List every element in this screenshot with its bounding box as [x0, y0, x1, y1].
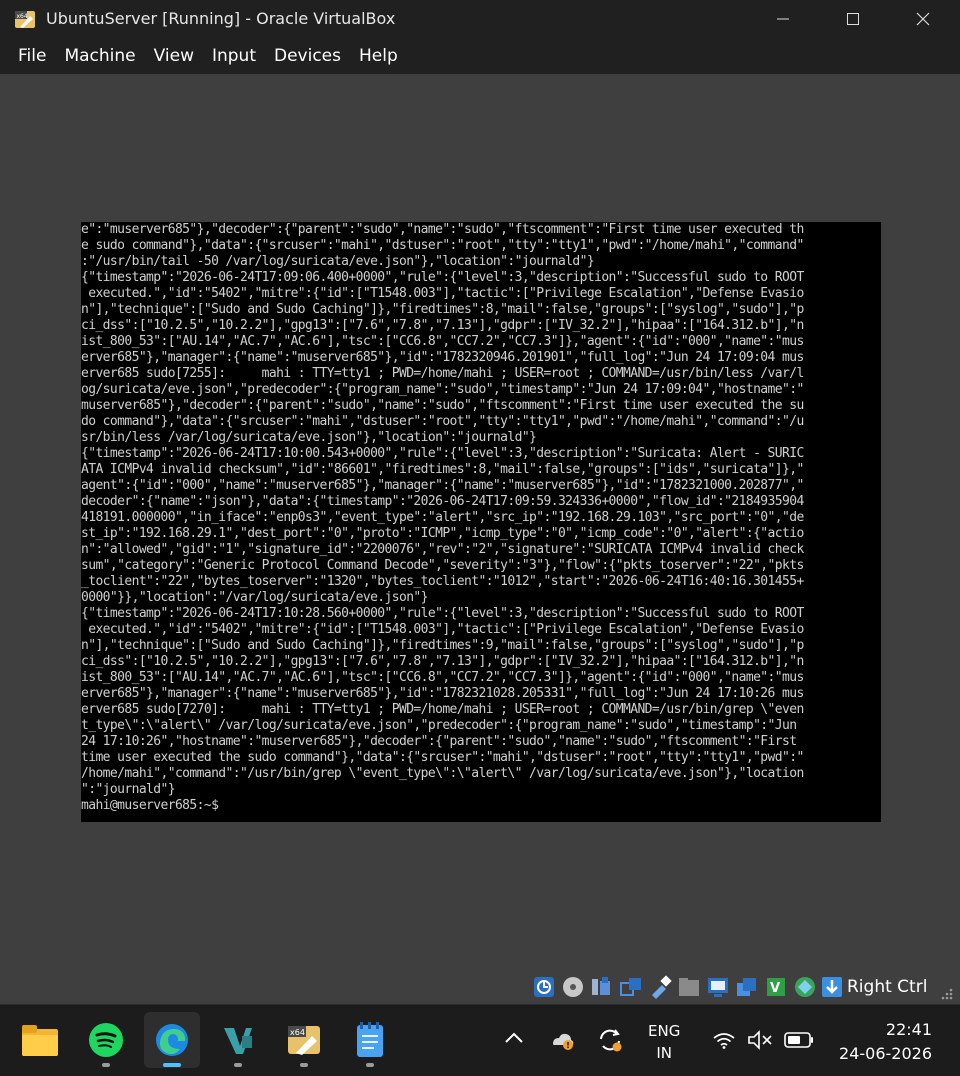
audio-icon[interactable]: [590, 975, 614, 999]
console-line: ist_800_53":["AU.14","AC.7","AC.6"],"tsc…: [81, 670, 804, 685]
console-line: decoder":{"name":"json"},"data":{"timest…: [81, 494, 804, 509]
console-line: {"timestamp":"2026-06-24T17:09:06.400+00…: [81, 270, 804, 285]
notepad-button[interactable]: [342, 1012, 398, 1068]
network-icon[interactable]: [619, 975, 643, 999]
console-line: sr/bin/less /var/log/suricata/eve.json"}…: [81, 430, 537, 445]
language-region: IN: [656, 1044, 672, 1062]
console-line: n"],"technique":["Sudo and Sudo Caching"…: [81, 302, 804, 317]
sync-icon[interactable]: [596, 1026, 624, 1054]
window-title: UbuntuServer [Running] - Oracle VirtualB…: [46, 9, 396, 28]
visual-studio-icon: [224, 1028, 252, 1054]
shared-folders-icon[interactable]: [677, 975, 701, 999]
recording-icon[interactable]: [735, 975, 759, 999]
notepad-icon: [357, 1022, 383, 1057]
language-code: ENG: [648, 1022, 681, 1040]
optical-drive-icon[interactable]: [561, 975, 585, 999]
display-icon[interactable]: [706, 975, 730, 999]
vs-running-indicator: [234, 1063, 242, 1067]
svg-text:x64: x64: [17, 13, 28, 20]
shell-prompt: mahi@muserver685:~$: [81, 798, 219, 813]
file-explorer-button[interactable]: [12, 1012, 68, 1068]
console-line: erver685"},"manager":{"name":"muserver68…: [81, 686, 804, 701]
console-line: e":"muserver685"},"decoder":{"parent":"s…: [81, 222, 804, 237]
menu-bar: File Machine View Input Devices Help: [0, 38, 960, 74]
console-line: _toclient":"22","bytes_toserver":"1320",…: [81, 574, 804, 589]
console-line: {"timestamp":"2026-06-24T17:10:28.560+00…: [81, 606, 804, 621]
console-line: ATA ICMPv4 invalid checksum","id":"86601…: [81, 462, 804, 477]
console-line: :"/usr/bin/tail -50 /var/log/suricata/ev…: [81, 254, 595, 269]
maximize-button[interactable]: [830, 0, 876, 38]
resize-grip-icon[interactable]: [938, 985, 954, 1001]
console-line: e sudo command"},"data":{"srcuser":"mahi…: [81, 238, 804, 253]
svg-text:V: V: [770, 981, 780, 996]
console-line: n":"allowed","gid":"1","signature_id":"2…: [81, 542, 804, 557]
hard-disk-icon[interactable]: [532, 975, 556, 999]
console-line: do command"},"data":{"srcuser":"mahi","d…: [81, 414, 804, 429]
menu-file[interactable]: File: [9, 38, 55, 74]
menu-machine[interactable]: Machine: [55, 38, 144, 74]
console-line: ci_dss":["10.2.5","10.2.2"],"gpg13":["7.…: [81, 654, 804, 669]
console-line: 24 17:10:26","hostname":"muserver685"},"…: [81, 734, 797, 749]
console-line: executed.","id":"5402","mitre":{"id":["T…: [81, 622, 804, 637]
console-line: muserver685"},"decoder":{"parent":"sudo"…: [81, 398, 804, 413]
close-button[interactable]: [900, 0, 946, 38]
cpu-icon[interactable]: V: [764, 975, 788, 999]
menu-view[interactable]: View: [145, 38, 203, 74]
title-bar[interactable]: x64 UbuntuServer [Running] - Oracle Virt…: [0, 0, 960, 38]
chevron-up-icon[interactable]: [504, 1031, 524, 1045]
console-line: ist_800_53":["AU.14","AC.7","AC.6"],"tsc…: [81, 334, 804, 349]
onedrive-warning-icon[interactable]: [550, 1028, 576, 1052]
console-line: n"],"technique":["Sudo and Sudo Caching"…: [81, 638, 804, 653]
console-line: erver685 sudo[7255]: mahi : TTY=tty1 ; P…: [81, 366, 804, 381]
keyboard-icon[interactable]: [820, 975, 844, 999]
menu-input[interactable]: Input: [203, 38, 265, 74]
console-line: time user executed the sudo command"},"d…: [81, 750, 804, 765]
visual-studio-button[interactable]: [210, 1012, 266, 1068]
console-line: 0000"}},"location":"/var/log/suricata/ev…: [81, 590, 428, 605]
clock-time: 22:41: [885, 1020, 932, 1039]
console-line: ":"journald"}: [81, 782, 176, 797]
host-key-label: Right Ctrl: [847, 977, 928, 997]
console-line: sum","category":"Generic Protocol Comman…: [81, 558, 804, 573]
menu-help[interactable]: Help: [350, 38, 407, 74]
notepad-running-indicator: [366, 1063, 374, 1067]
console-line: executed.","id":"5402","mitre":{"id":["T…: [81, 286, 804, 301]
battery-icon[interactable]: [784, 1031, 814, 1049]
console-line: erver685"},"manager":{"name":"muserver68…: [81, 350, 804, 365]
console-line: {"timestamp":"2026-06-24T17:10:00.543+00…: [81, 446, 804, 461]
console-line: st_ip":"192.168.29.1","dest_port":"0","p…: [81, 526, 804, 541]
virtualbox-running-indicator: [300, 1063, 308, 1067]
usb-icon[interactable]: [648, 975, 672, 999]
edge-button[interactable]: [144, 1012, 200, 1068]
edge-icon: [156, 1024, 188, 1056]
svg-text:x64: x64: [290, 1028, 305, 1037]
virtualbox-icon: x64: [288, 1026, 320, 1055]
virtualbox-app-icon[interactable]: x64: [14, 8, 36, 30]
maximize-icon: [847, 13, 859, 25]
close-icon: [916, 12, 930, 26]
console-line: ci_dss":["10.2.5","10.2.2"],"gpg13":["7.…: [81, 318, 804, 333]
spotify-icon: [89, 1023, 123, 1057]
clock[interactable]: 22:41 24-06-2026: [834, 1018, 932, 1066]
edge-active-indicator: [163, 1063, 181, 1067]
menu-devices[interactable]: Devices: [265, 38, 350, 74]
clock-date: 24-06-2026: [839, 1044, 932, 1063]
language-indicator[interactable]: ENG IN: [648, 1020, 680, 1064]
virtualbox-taskbar-button[interactable]: x64: [276, 1012, 332, 1068]
spotify-running-indicator: [102, 1063, 110, 1067]
console-line: agent":{"id":"000","name":"muserver685"}…: [81, 478, 804, 493]
mouse-integration-icon[interactable]: [793, 975, 817, 999]
volume-muted-icon[interactable]: [747, 1030, 773, 1050]
spotify-button[interactable]: [78, 1012, 134, 1068]
console-line: og/suricata/eve.json","predecoder":{"pro…: [81, 382, 804, 397]
console-line: /home/mahi","command":"/usr/bin/grep \"e…: [81, 766, 804, 781]
console-line: t_type\":\"alert\" /var/log/suricata/eve…: [81, 718, 797, 733]
console-line: erver685 sudo[7270]: mahi : TTY=tty1 ; P…: [81, 702, 804, 717]
minimize-button[interactable]: [760, 0, 806, 38]
wifi-icon[interactable]: [712, 1030, 736, 1050]
console-line: 418191.000000","in_iface":"enp0s3","even…: [81, 510, 804, 525]
minimize-icon: [777, 18, 789, 20]
vm-console[interactable]: e":"muserver685"},"decoder":{"parent":"s…: [81, 222, 881, 822]
folder-icon: [22, 1025, 58, 1056]
